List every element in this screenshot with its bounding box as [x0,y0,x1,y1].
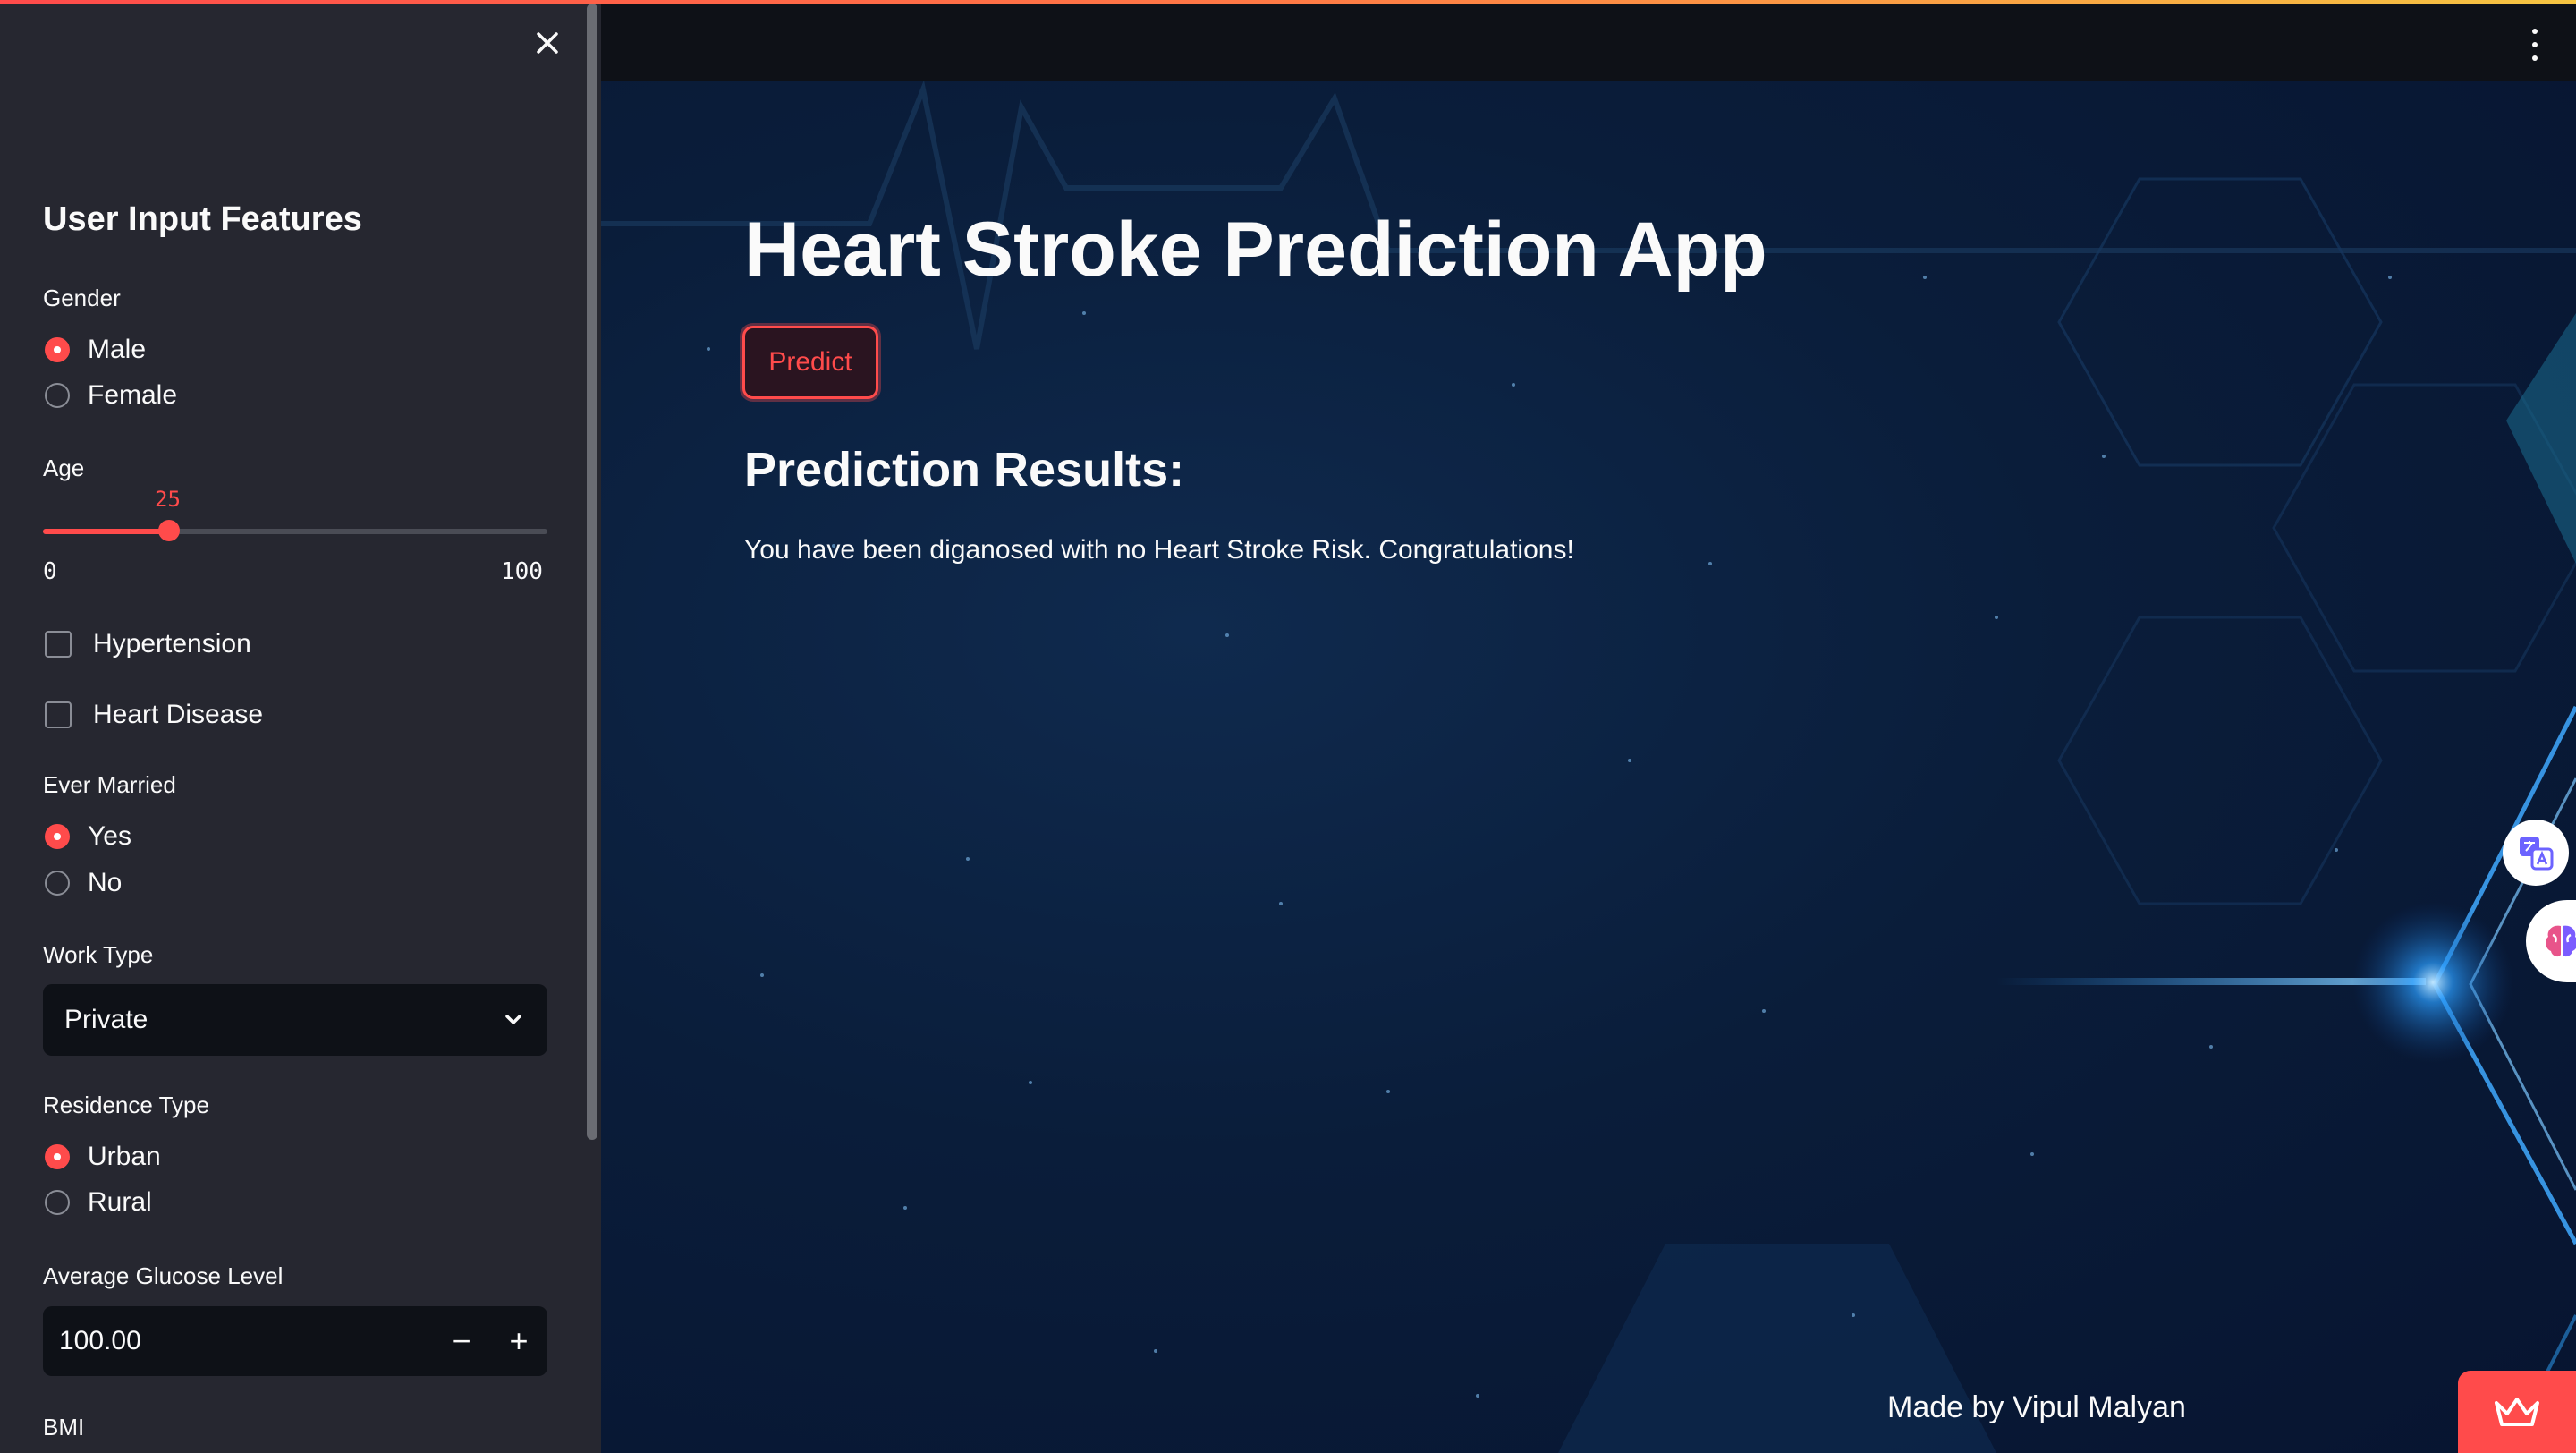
radio-label: No [88,868,123,897]
age-slider-max: 100 [501,558,543,585]
translate-icon [2520,837,2554,871]
ever-married-label: Ever Married [43,771,176,798]
radio-unselected[interactable] [45,1190,70,1215]
main-menu-button[interactable] [2529,29,2540,61]
chevron-down-icon [505,1015,521,1024]
work-type-label: Work Type [43,941,154,968]
top-accent-line [0,0,2576,4]
page-title: Heart Stroke Prediction App [744,207,1767,293]
radio-selected[interactable] [45,337,70,362]
age-label: Age [43,455,85,481]
checkbox-box[interactable] [45,631,72,658]
avg-glucose-value[interactable]: 100.00 [59,1326,433,1356]
streamlit-hosted-badge[interactable] [2458,1371,2576,1453]
radio-label: Urban [88,1142,161,1171]
residence-type-label: Residence Type [43,1092,209,1118]
decrement-button[interactable]: − [433,1306,490,1376]
sidebar-scrollbar[interactable] [587,4,597,1140]
radio-label: Rural [88,1187,152,1217]
heart-disease-checkbox[interactable]: Heart Disease [45,700,263,730]
age-slider-value: 25 [155,487,181,512]
hypertension-checkbox[interactable]: Hypertension [45,629,251,659]
close-icon [537,32,558,54]
more-vertical-icon [2532,29,2538,34]
ever-married-option-no[interactable]: No [45,868,122,898]
radio-selected[interactable] [45,824,70,849]
radio-label: Male [88,335,147,364]
avg-glucose-number-input[interactable]: 100.00 − + [43,1306,547,1376]
age-slider-fill [43,529,169,534]
crown-icon [2495,1398,2539,1426]
brain-icon [2546,925,2576,957]
residence-option-rural[interactable]: Rural [45,1187,152,1218]
age-slider[interactable] [43,520,547,541]
translate-extension-button[interactable] [2503,820,2569,886]
footer-credit: Made by Vipul Malyan [1887,1390,2186,1424]
bmi-label: BMI [43,1414,85,1440]
residence-option-urban[interactable]: Urban [45,1142,161,1172]
age-slider-min: 0 [43,558,57,585]
increment-button[interactable]: + [490,1306,547,1376]
radio-unselected[interactable] [45,383,70,408]
checkbox-label: Hypertension [93,629,251,659]
radio-unselected[interactable] [45,871,70,896]
work-type-selected-value: Private [64,1005,148,1034]
checkbox-label: Heart Disease [93,700,264,729]
work-type-select[interactable]: Private [43,984,547,1056]
top-header-bar [601,4,2576,81]
gender-label: Gender [43,285,121,311]
close-sidebar-button[interactable] [531,27,564,59]
results-text: You have been diganosed with no Heart St… [744,535,1574,565]
radio-selected[interactable] [45,1144,70,1169]
radio-label: Yes [88,821,131,851]
age-slider-thumb[interactable] [158,520,180,541]
gender-option-female[interactable]: Female [45,380,177,411]
checkbox-box[interactable] [45,701,72,728]
sidebar-title: User Input Features [43,200,362,238]
ever-married-option-yes[interactable]: Yes [45,821,131,852]
sidebar: User Input Features Gender Male Female A… [0,0,601,1453]
radio-label: Female [88,380,178,410]
predict-button[interactable]: Predict [742,326,878,399]
avg-glucose-label: Average Glucose Level [43,1262,284,1289]
gender-option-male[interactable]: Male [45,335,146,365]
results-heading: Prediction Results: [744,443,1185,497]
